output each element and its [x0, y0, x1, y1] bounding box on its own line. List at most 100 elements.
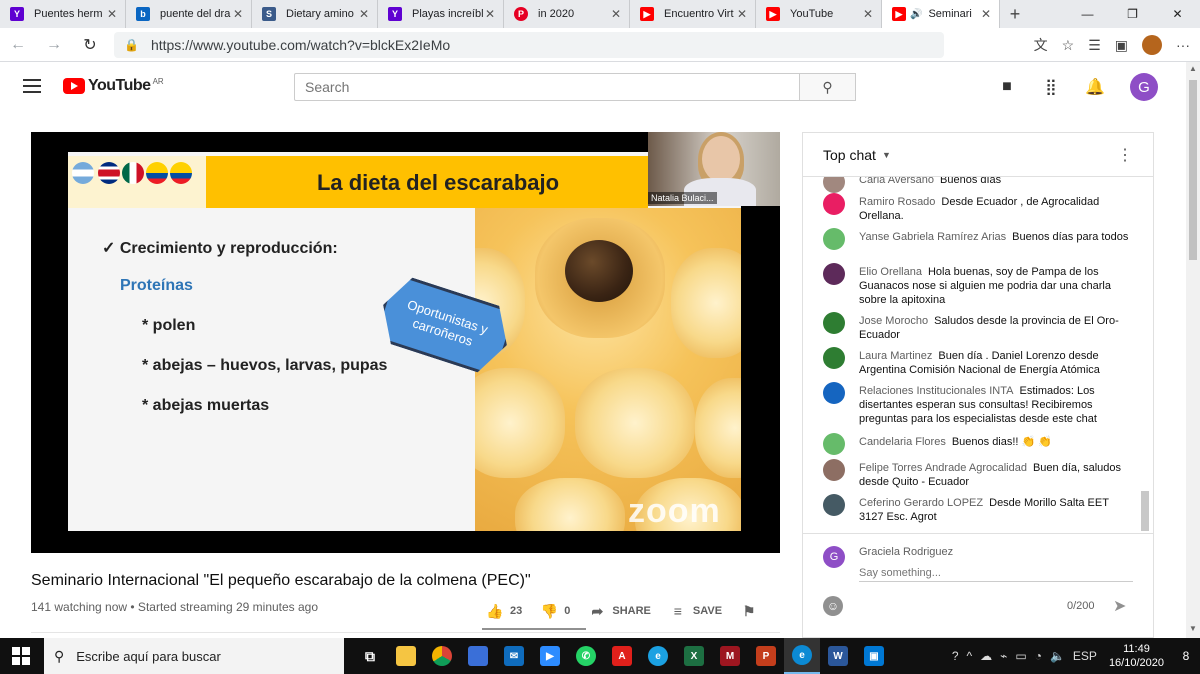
chat-scrollbar-thumb[interactable]	[1141, 491, 1149, 531]
search-button[interactable]: ⚲	[799, 73, 856, 101]
file-explorer-icon[interactable]	[388, 638, 424, 674]
chat-header[interactable]: Top chat ▼ ⋮	[803, 133, 1153, 177]
notifications-bell-icon[interactable]: 🔔	[1085, 78, 1105, 96]
chat-message: Yanse Gabriela Ramírez Arias Buenos días …	[823, 228, 1133, 250]
slide-title-bar: La dieta del escarabajo	[68, 156, 648, 208]
browser-tab[interactable]: ▶ YouTube ✕	[756, 0, 882, 28]
favorites-list-icon[interactable]: ☰	[1088, 37, 1101, 54]
video-player[interactable]: La dieta del escarabajo Oportunistas y c…	[31, 132, 780, 553]
like-button[interactable]: 👍 23	[486, 602, 522, 620]
close-icon[interactable]: ✕	[105, 7, 119, 21]
chat-message-list[interactable]: Carla Aversano Buenos días Ramiro Rosado D…	[803, 177, 1143, 533]
dislike-button[interactable]: 👎 0	[540, 602, 571, 620]
chat-author: Jose Morocho	[859, 315, 929, 327]
close-icon[interactable]: ✕	[231, 7, 245, 21]
edge-icon[interactable]: e	[784, 638, 820, 674]
search-icon: ⚲	[822, 78, 833, 95]
browser-tab[interactable]: S Dietary amino ✕	[252, 0, 378, 28]
user-avatar[interactable]: G	[1130, 73, 1158, 101]
browser-tab-active[interactable]: ▶ 🔊 Seminari ✕	[882, 0, 1000, 28]
close-icon[interactable]: ✕	[861, 7, 875, 21]
chat-author: Carla Aversano	[859, 177, 935, 186]
scroll-down-icon[interactable]: ▼	[1186, 624, 1200, 636]
flag-argentina-icon	[72, 162, 94, 184]
browser-tab[interactable]: b puente del dra ✕	[126, 0, 252, 28]
scrollbar-thumb[interactable]	[1189, 80, 1197, 260]
maximize-icon[interactable]: ❐	[1110, 0, 1155, 28]
network-icon[interactable]: ⌁	[1000, 649, 1007, 663]
help-icon[interactable]: ?	[952, 649, 959, 663]
collections-icon[interactable]: ▣	[1115, 37, 1128, 54]
ie-icon[interactable]: e	[640, 638, 676, 674]
more-menu-icon[interactable]: ···	[1176, 37, 1190, 53]
browser-tab[interactable]: ▶ Encuentro Virt ✕	[630, 0, 756, 28]
send-icon[interactable]: ➤	[1113, 596, 1126, 616]
zoom-icon[interactable]: ▶	[532, 638, 568, 674]
refresh-icon[interactable]: ↻	[72, 35, 108, 55]
thumbs-down-icon: 👎	[540, 602, 558, 619]
tab-label: YouTube	[790, 8, 834, 20]
share-button[interactable]: ➦ SHARE	[588, 602, 651, 620]
chat-text: Buenos días para todos	[1012, 231, 1129, 243]
speaker-icon[interactable]: 🔊	[910, 9, 922, 20]
clock-date: 16/10/2020	[1108, 657, 1164, 669]
taskbar-search[interactable]: ⚲ Escribe aquí para buscar	[44, 638, 344, 674]
system-tray: ? ^ ☁ ⌁ ▭ ◔ 🔈 ESP 11:49 16/10/2020 8	[948, 638, 1200, 674]
lock-icon: 🔒	[124, 37, 139, 52]
save-button[interactable]: ≡ SAVE	[669, 602, 722, 620]
notifications-icon[interactable]: 8	[1172, 638, 1200, 674]
close-icon[interactable]: ✕	[979, 7, 993, 21]
store-icon[interactable]	[460, 638, 496, 674]
cloud-icon[interactable]: ☁	[980, 649, 992, 663]
create-video-icon[interactable]: ■	[998, 78, 1016, 96]
powerpoint-icon[interactable]: P	[748, 638, 784, 674]
profile-avatar[interactable]	[1142, 35, 1162, 55]
minimize-icon[interactable]: —	[1065, 0, 1110, 28]
browser-tab[interactable]: Y Puentes herm ✕	[0, 0, 126, 28]
close-icon[interactable]: ✕	[609, 7, 623, 21]
translate-icon[interactable]: 文	[1034, 35, 1048, 55]
browser-tab[interactable]: Y Playas increíbl ✕	[378, 0, 504, 28]
volume-icon[interactable]: 🔈	[1050, 649, 1065, 663]
clock[interactable]: 11:49 16/10/2020	[1109, 642, 1164, 670]
avatar	[823, 347, 845, 369]
chat-message: Jose Morocho Saludos desde la provincia d…	[823, 312, 1133, 342]
close-icon[interactable]: ✕	[483, 7, 497, 21]
more-options-icon[interactable]: ⋮	[1117, 145, 1133, 165]
wifi-icon[interactable]: ◔	[1035, 649, 1042, 663]
close-icon[interactable]: ✕	[735, 7, 749, 21]
chat-message-input[interactable]	[859, 564, 1133, 582]
photos-icon[interactable]: ▣	[856, 638, 892, 674]
close-icon[interactable]: ✕	[357, 7, 371, 21]
tab-label: Puentes herm	[34, 8, 103, 20]
browser-tab[interactable]: P in 2020 ✕	[504, 0, 630, 28]
forward-icon[interactable]: →	[36, 36, 72, 54]
close-window-icon[interactable]: ✕	[1155, 0, 1200, 28]
page-scrollbar[interactable]: ▲ ▼	[1186, 62, 1200, 638]
chat-message: Felipe Torres Andrade Agrocalidad Buen dí…	[823, 459, 1133, 489]
task-view-icon[interactable]: ⧉	[352, 638, 388, 674]
chrome-icon[interactable]	[424, 638, 460, 674]
excel-icon[interactable]: X	[676, 638, 712, 674]
youtube-logo[interactable]: YouTube AR	[63, 77, 164, 95]
search-input[interactable]	[294, 73, 800, 101]
favorite-star-icon[interactable]: ☆	[1062, 37, 1075, 54]
apps-grid-icon[interactable]: ⣿	[1042, 78, 1060, 96]
back-icon[interactable]: ←	[0, 36, 36, 54]
new-tab-button[interactable]: +	[1000, 0, 1030, 28]
whatsapp-icon[interactable]: ✆	[568, 638, 604, 674]
menu-icon[interactable]	[23, 79, 41, 93]
scroll-up-icon[interactable]: ▲	[1186, 64, 1200, 76]
mail-icon[interactable]: ✉	[496, 638, 532, 674]
battery-icon[interactable]: ▭	[1015, 649, 1026, 663]
acrobat-icon[interactable]: A	[604, 638, 640, 674]
chevron-up-icon[interactable]: ^	[967, 649, 973, 663]
word-icon[interactable]: W	[820, 638, 856, 674]
emoji-icon[interactable]: ☺	[823, 596, 843, 616]
report-button[interactable]: ⚑	[740, 602, 764, 620]
url-field[interactable]: 🔒 https://www.youtube.com/watch?v=blckEx…	[114, 31, 944, 58]
windows-start-icon[interactable]	[12, 647, 30, 665]
language-indicator[interactable]: ESP	[1073, 649, 1097, 663]
video-title: Seminario Internacional "El pequeño esca…	[31, 572, 531, 589]
mendeley-icon[interactable]: M	[712, 638, 748, 674]
